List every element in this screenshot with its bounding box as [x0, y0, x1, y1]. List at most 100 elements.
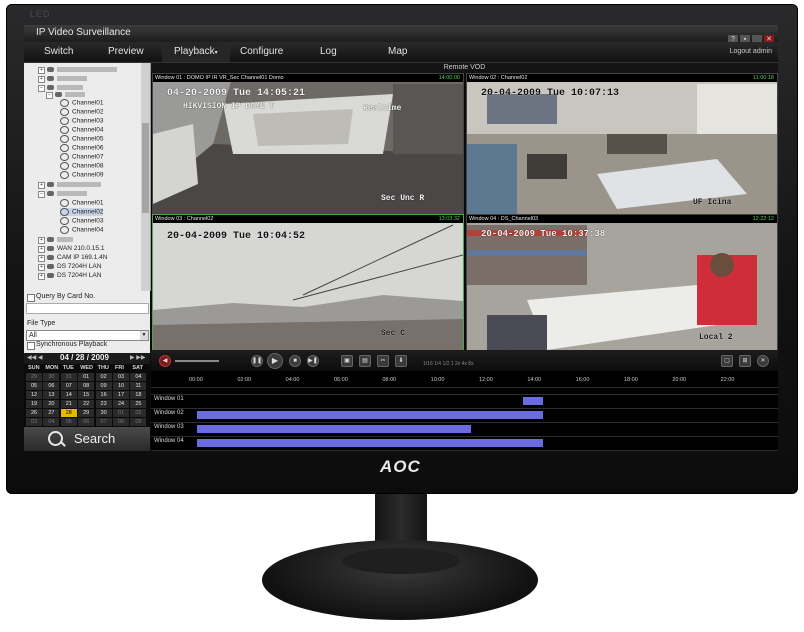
layout-quad-icon[interactable]: ⊞: [739, 355, 751, 367]
snapshot-icon[interactable]: ▣: [341, 355, 353, 367]
calendar-day[interactable]: 29: [26, 373, 42, 381]
calendar-day[interactable]: 06: [43, 382, 60, 390]
tree-node[interactable]: + DS 7204H LAN: [38, 272, 101, 280]
calendar-day[interactable]: 21: [60, 400, 77, 408]
calendar-day[interactable]: 24: [113, 400, 129, 408]
calendar-day[interactable]: 08: [78, 382, 95, 390]
recording-segment[interactable]: [523, 397, 544, 405]
search-button[interactable]: Search: [24, 427, 150, 451]
calendar-day[interactable]: 15: [78, 391, 95, 399]
menu-playback[interactable]: Playback▾: [162, 42, 230, 62]
sync-playback-checkbox[interactable]: [27, 342, 35, 350]
calendar-day[interactable]: 04: [43, 418, 60, 426]
calendar-day[interactable]: 04: [130, 373, 147, 381]
scrollbar-thumb[interactable]: [142, 123, 149, 213]
calendar-day[interactable]: 05: [60, 418, 77, 426]
video-pane-2[interactable]: Window 02 : Channel02 11:00:18 20-04-2009…: [466, 73, 778, 215]
logout-link[interactable]: Logout admin: [730, 48, 772, 55]
channel-item[interactable]: Channel08: [60, 162, 103, 170]
calendar-next-button[interactable]: ▶ ▶▶: [130, 354, 146, 361]
tree-node[interactable]: +: [38, 181, 101, 189]
frame-forward-button[interactable]: ▶❚: [307, 355, 319, 367]
pause-button[interactable]: ❚❚: [251, 355, 263, 367]
tree-node[interactable]: + WAN 210.0.15.1: [38, 245, 104, 253]
layout-single-icon[interactable]: ▢: [721, 355, 733, 367]
calendar-prev-button[interactable]: ◀◀ ◀: [27, 354, 43, 361]
recording-segment[interactable]: [197, 425, 471, 433]
recording-segment[interactable]: [197, 439, 544, 447]
video-pane-1[interactable]: Window 01 : DOMO IP IR VR_Sec Channel01 …: [152, 73, 464, 215]
calendar-day[interactable]: 20: [43, 400, 60, 408]
channel-item[interactable]: Channel02: [60, 108, 103, 116]
channel-item[interactable]: Channel04: [60, 226, 103, 234]
calendar-day[interactable]: 05: [26, 382, 42, 390]
calendar-day[interactable]: 19: [26, 400, 42, 408]
menu-configure[interactable]: Configure: [240, 46, 283, 57]
calendar-day[interactable]: 07: [60, 382, 77, 390]
calendar-day[interactable]: 03: [26, 418, 42, 426]
channel-item-selected[interactable]: Channel02: [60, 208, 104, 216]
calendar-day[interactable]: 03: [113, 373, 129, 381]
play-button[interactable]: ▶: [267, 353, 283, 369]
channel-item[interactable]: Channel03: [60, 217, 103, 225]
calendar-day[interactable]: 13: [43, 391, 60, 399]
menu-switch[interactable]: Switch: [44, 46, 73, 57]
calendar-day[interactable]: 29: [78, 409, 95, 417]
channel-item[interactable]: Channel03: [60, 117, 103, 125]
clip-icon[interactable]: ▤: [359, 355, 371, 367]
card-number-input[interactable]: [26, 303, 149, 314]
volume-slider[interactable]: [175, 360, 219, 362]
channel-item[interactable]: Channel04: [60, 126, 103, 134]
calendar-day[interactable]: 09: [130, 418, 147, 426]
calendar-day[interactable]: 02: [95, 373, 112, 381]
calendar-day[interactable]: 02: [130, 409, 147, 417]
tree-node[interactable]: +: [38, 66, 117, 74]
filetype-select[interactable]: All ▼: [26, 330, 149, 341]
calendar-day[interactable]: 18: [130, 391, 147, 399]
tree-node[interactable]: +: [38, 236, 73, 244]
channel-item[interactable]: Channel06: [60, 144, 103, 152]
calendar-day[interactable]: 27: [43, 409, 60, 417]
calendar-day[interactable]: 07: [95, 418, 112, 426]
tree-node[interactable]: + DS 7204H LAN: [38, 263, 101, 271]
calendar-day[interactable]: 11: [130, 382, 147, 390]
channel-item[interactable]: Channel01: [60, 99, 103, 107]
channel-item[interactable]: Channel09: [60, 171, 103, 179]
video-pane-4[interactable]: Window 04 : DS_Channel03 12:22:12 20-04-2…: [466, 214, 778, 356]
calendar-day[interactable]: 10: [113, 382, 129, 390]
fullscreen-icon[interactable]: ✕: [757, 355, 769, 367]
calendar-day[interactable]: 25: [130, 400, 147, 408]
calendar-day[interactable]: 31: [60, 373, 77, 381]
playback-timeline[interactable]: 00:00 02:00 04:00 06:00 08:00 10:00 12:00 14:00…: [151, 371, 778, 451]
tree-node[interactable]: +: [38, 75, 87, 83]
download-icon[interactable]: ⬇: [395, 355, 407, 367]
tree-node[interactable]: + CAM IP 169.1.4N: [38, 254, 107, 262]
channel-item[interactable]: Channel07: [60, 153, 103, 161]
calendar-day[interactable]: 17: [113, 391, 129, 399]
calendar-day[interactable]: 30: [95, 409, 112, 417]
calendar-day[interactable]: 26: [26, 409, 42, 417]
video-pane-3[interactable]: Window 03 : Channel02 13:03:32 20-04-2009…: [152, 214, 464, 356]
calendar-day[interactable]: 01: [78, 373, 95, 381]
tree-node[interactable]: −: [46, 91, 85, 99]
cut-icon[interactable]: ✂: [377, 355, 389, 367]
recording-segment[interactable]: [197, 411, 544, 419]
speed-scale[interactable]: 1/16 1/4 1/2 1 2x 4x 8x: [423, 361, 474, 367]
calendar-day[interactable]: 23: [95, 400, 112, 408]
volume-icon[interactable]: ◀: [159, 355, 171, 367]
tree-node[interactable]: −: [38, 190, 87, 198]
calendar-day[interactable]: 30: [43, 373, 60, 381]
calendar-day[interactable]: 06: [78, 418, 95, 426]
menu-preview[interactable]: Preview: [108, 46, 144, 57]
calendar-day[interactable]: 09: [95, 382, 112, 390]
stop-button[interactable]: ■: [289, 355, 301, 367]
calendar-day[interactable]: 12: [26, 391, 42, 399]
calendar-day[interactable]: 08: [113, 418, 129, 426]
channel-item[interactable]: Channel01: [60, 199, 103, 207]
calendar-day[interactable]: 28: [60, 409, 77, 417]
calendar-day[interactable]: 22: [78, 400, 95, 408]
menu-map[interactable]: Map: [388, 46, 407, 57]
calendar-day[interactable]: 14: [60, 391, 77, 399]
menu-log[interactable]: Log: [320, 46, 337, 57]
calendar-day[interactable]: 16: [95, 391, 112, 399]
